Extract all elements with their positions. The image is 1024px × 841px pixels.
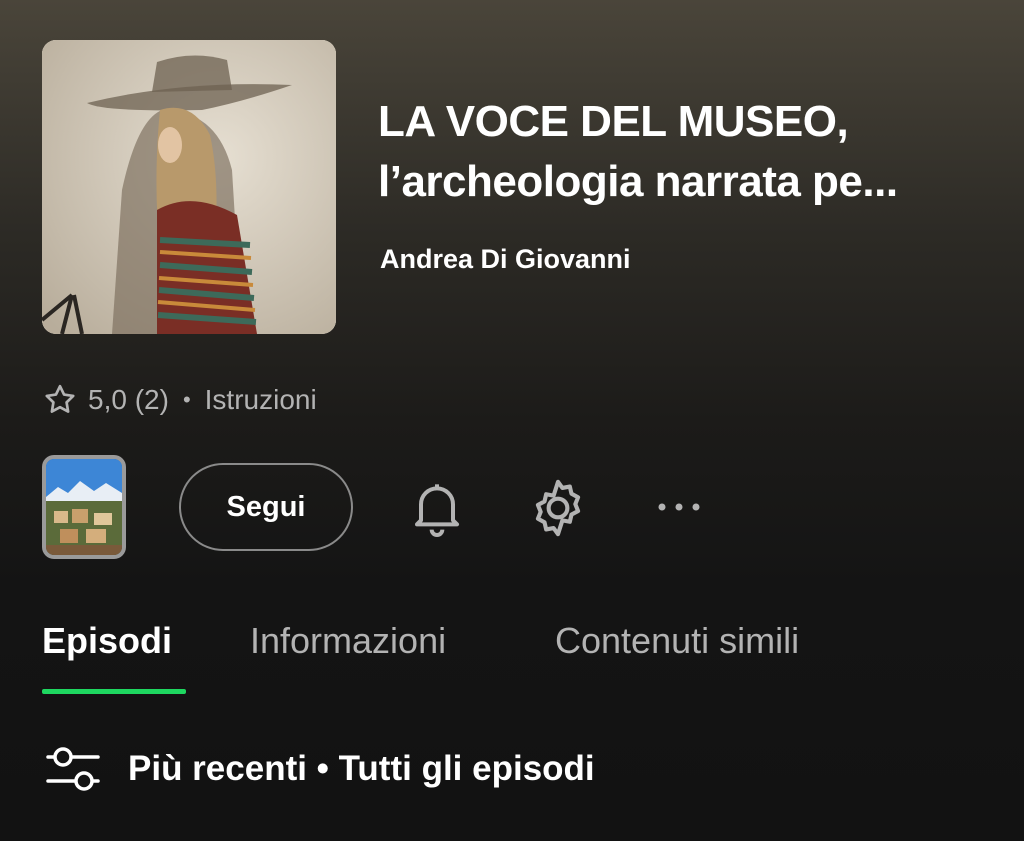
meta-separator: • <box>182 387 191 412</box>
tab-contenuti-simili[interactable]: Contenuti simili <box>555 620 799 662</box>
tab-informazioni[interactable]: Informazioni <box>250 620 446 662</box>
tab-episodi[interactable]: Episodi <box>42 620 172 662</box>
podcast-thumbnail[interactable] <box>42 455 126 559</box>
sort-label[interactable]: Più recenti • Tutti gli episodi <box>128 749 595 789</box>
podcast-cover <box>42 40 336 334</box>
podcast-title-line-1: LA VOCE DEL MUSEO, <box>378 97 849 146</box>
sort-filter-row[interactable]: Più recenti • Tutti gli episodi <box>44 745 595 793</box>
podcast-title: LA VOCE DEL MUSEO, l’archeologia narrata… <box>378 92 998 212</box>
tab-bar: Episodi Informazioni Contenuti simili <box>42 620 1002 700</box>
follow-button[interactable]: Segui <box>179 463 353 551</box>
star-icon <box>45 384 75 413</box>
gear-icon[interactable] <box>525 475 591 541</box>
filter-sliders-icon <box>46 747 100 791</box>
rating-row: 5,0 (2) • Istruzioni <box>42 382 317 418</box>
cover-artwork-image <box>42 40 336 334</box>
podcast-author[interactable]: Andrea Di Giovanni <box>380 244 631 275</box>
more-icon[interactable] <box>654 489 704 525</box>
action-bar: Segui <box>42 455 1022 559</box>
thumbnail-image <box>46 459 122 555</box>
bell-icon[interactable] <box>405 475 469 539</box>
active-tab-indicator <box>42 689 186 694</box>
podcast-title-line-2: l’archeologia narrata pe... <box>378 157 898 206</box>
instructions-link[interactable]: Istruzioni <box>205 384 317 416</box>
rating-value[interactable]: 5,0 (2) <box>88 384 169 416</box>
